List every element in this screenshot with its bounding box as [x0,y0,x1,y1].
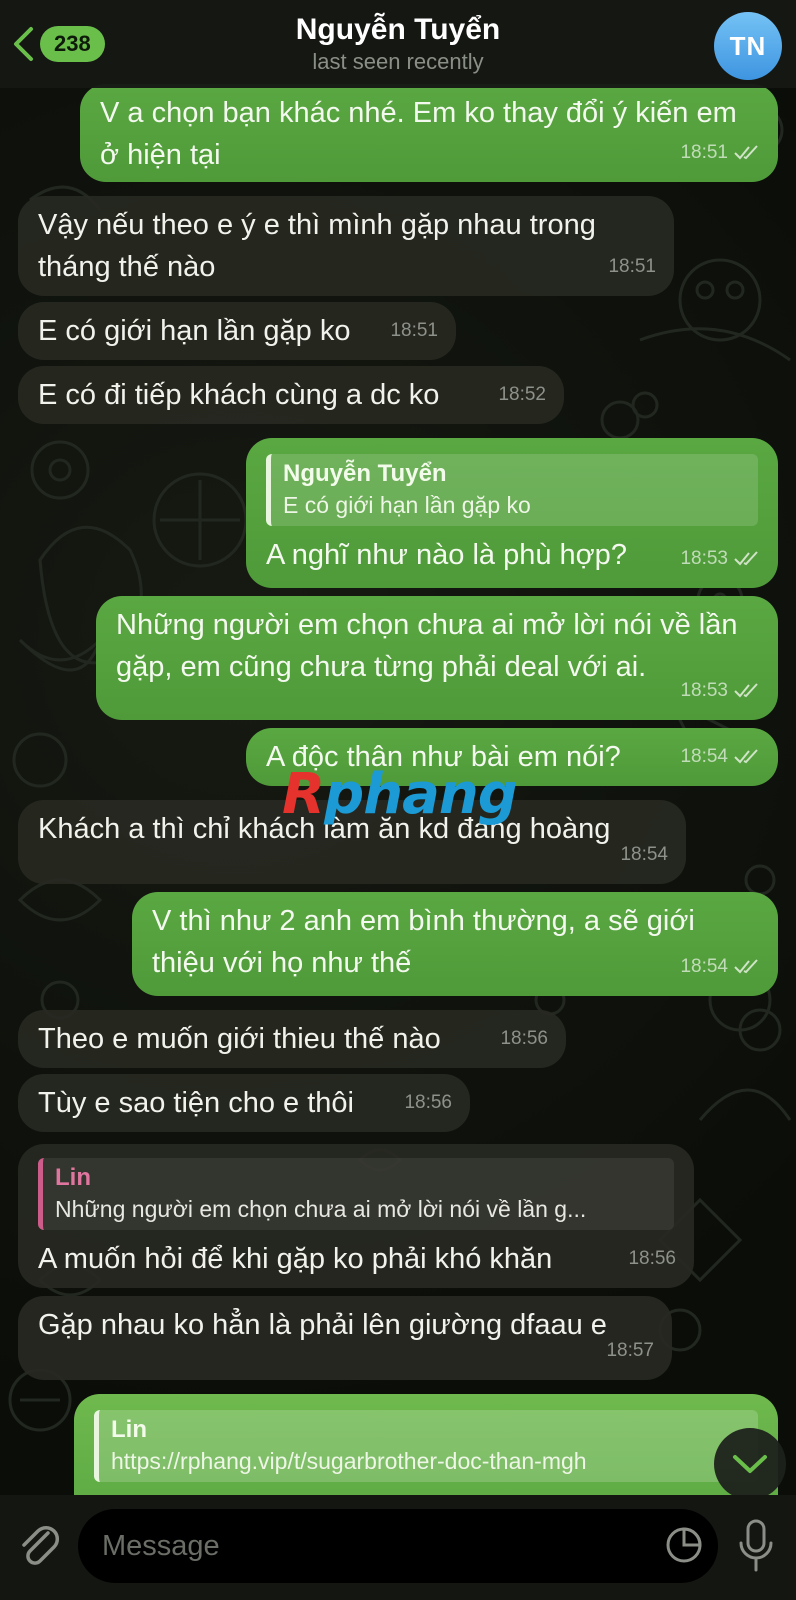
reply-preview[interactable]: Nguyễn Tuyển E có giới hạn lần gặp ko [266,454,758,526]
message-bubble-incoming[interactable]: Vậy nếu theo e ý e thì mình gặp nhau tro… [18,196,674,296]
message-text: Tùy e sao tiện cho e thôi [38,1087,354,1119]
message-time: 18:52 [498,384,546,405]
double-check-icon [734,551,758,566]
message-meta: 18:51 [608,246,656,288]
message-meta: 18:56 [628,1238,676,1280]
message-bubble-incoming[interactable]: E có đi tiếp khách cùng a dc ko 18:52 [18,366,564,424]
avatar-initials: TN [729,30,767,61]
message-time: 18:56 [404,1092,452,1113]
reply-preview[interactable]: Lin Những người em chọn chưa ai mở lời n… [38,1158,674,1230]
message-meta: 18:52 [498,374,546,416]
message-list[interactable]: V a chọn bạn khác nhé. Em ko thay đổi ý … [0,0,796,1495]
message-bubble-incoming[interactable]: Tùy e sao tiện cho e thôi 18:56 [18,1074,470,1132]
message-bubble-outgoing[interactable]: V thì như 2 anh em bình thường, a sẽ giớ… [132,892,778,996]
message-meta: 18:56 [404,1082,452,1124]
message-text: V thì như 2 anh em bình thường, a sẽ giớ… [152,905,695,979]
watermark-text: phang [324,762,518,827]
message-time: 18:54 [680,956,728,977]
message-text: Gặp nhau ko hẳn là phải lên giường dfaau… [38,1309,607,1341]
message-meta: 18:53 [680,670,760,712]
message-time: 18:51 [680,142,728,163]
reply-text: Những người em chọn chưa ai mở lời nói v… [55,1196,587,1222]
message-composer [0,1495,796,1600]
double-check-icon [734,145,758,160]
chat-title-area[interactable]: Nguyễn Tuyển last seen recently [150,12,646,76]
paperclip-icon[interactable] [18,1521,62,1571]
message-time: 18:54 [680,746,728,767]
message-text: V a chọn bạn khác nhé. Em ko thay đổi ý … [100,97,737,171]
message-meta: 18:51 [680,132,760,174]
reply-author: Lin [55,1164,91,1191]
microphone-icon[interactable] [736,1517,776,1575]
message-bubble-outgoing[interactable]: Nguyễn Tuyển E có giới hạn lần gặp ko A … [246,438,778,588]
message-input-wrapper[interactable] [78,1509,718,1583]
contact-status: last seen recently [312,49,484,74]
message-time: 18:53 [680,548,728,569]
double-check-icon [734,749,758,764]
watermark-letter: R [282,762,325,827]
message-meta: 18:53 [680,538,760,580]
message-meta: 18:57 [606,1330,654,1372]
message-meta: 18:54 [680,946,760,988]
scroll-down-button[interactable] [714,1428,786,1500]
chevron-left-icon [12,26,34,62]
message-bubble-incoming[interactable]: E có giới hạn lần gặp ko 18:51 [18,302,456,360]
contact-name: Nguyễn Tuyển [295,13,501,46]
message-text: Những người em chọn chưa ai mở lời nói v… [116,609,738,683]
reply-link[interactable]: https://rphang.vip/t/sugarbrother-doc-th… [111,1446,746,1476]
message-bubble-incoming[interactable]: Theo e muốn giới thieu thế nào 18:56 [18,1010,566,1068]
message-text: E có giới hạn lần gặp ko [38,315,351,347]
reply-author: Lin [111,1416,147,1443]
message-meta: 18:54 [680,736,760,778]
message-text: Vậy nếu theo e ý e thì mình gặp nhau tro… [38,209,596,283]
message-time: 18:57 [606,1340,654,1361]
reply-text: E có giới hạn lần gặp ko [283,492,531,518]
message-time: 18:54 [620,844,668,865]
sticker-icon[interactable] [664,1525,704,1565]
message-bubble-outgoing[interactable]: Những người em chọn chưa ai mở lời nói v… [96,596,778,720]
watermark-logo: Rphang [282,762,518,827]
message-time: 18:56 [500,1028,548,1049]
message-bubble-outgoing[interactable]: V a chọn bạn khác nhé. Em ko thay đổi ý … [80,84,778,182]
message-input[interactable] [102,1529,622,1563]
message-time: 18:51 [390,320,438,341]
message-text: A muốn hỏi để khi gặp ko phải khó khăn [38,1243,553,1275]
reply-preview[interactable]: Lin https://rphang.vip/t/sugarbrother-do… [94,1410,758,1482]
back-button[interactable]: 238 [12,24,105,64]
message-bubble-incoming[interactable]: Lin Những người em chọn chưa ai mở lời n… [18,1144,694,1288]
double-check-icon [734,959,758,974]
message-time: 18:56 [628,1248,676,1269]
message-text: E có đi tiếp khách cùng a dc ko [38,379,440,411]
message-meta: 18:56 [500,1018,548,1060]
message-time: 18:53 [680,680,728,701]
message-meta: 18:51 [390,310,438,352]
double-check-icon [734,683,758,698]
message-time: 18:51 [608,256,656,277]
chat-header: 238 Nguyễn Tuyển last seen recently TN [0,0,796,88]
avatar[interactable]: TN [714,12,782,80]
unread-count-badge: 238 [40,26,105,62]
message-text: Theo e muốn giới thieu thế nào [38,1023,441,1055]
message-bubble-incoming[interactable]: Gặp nhau ko hẳn là phải lên giường dfaau… [18,1296,672,1380]
message-bubble-outgoing[interactable]: Lin https://rphang.vip/t/sugarbrother-do… [74,1394,778,1495]
message-meta: 18:54 [620,834,668,876]
reply-author: Nguyễn Tuyển [283,460,447,487]
chevron-down-icon [733,1455,767,1473]
